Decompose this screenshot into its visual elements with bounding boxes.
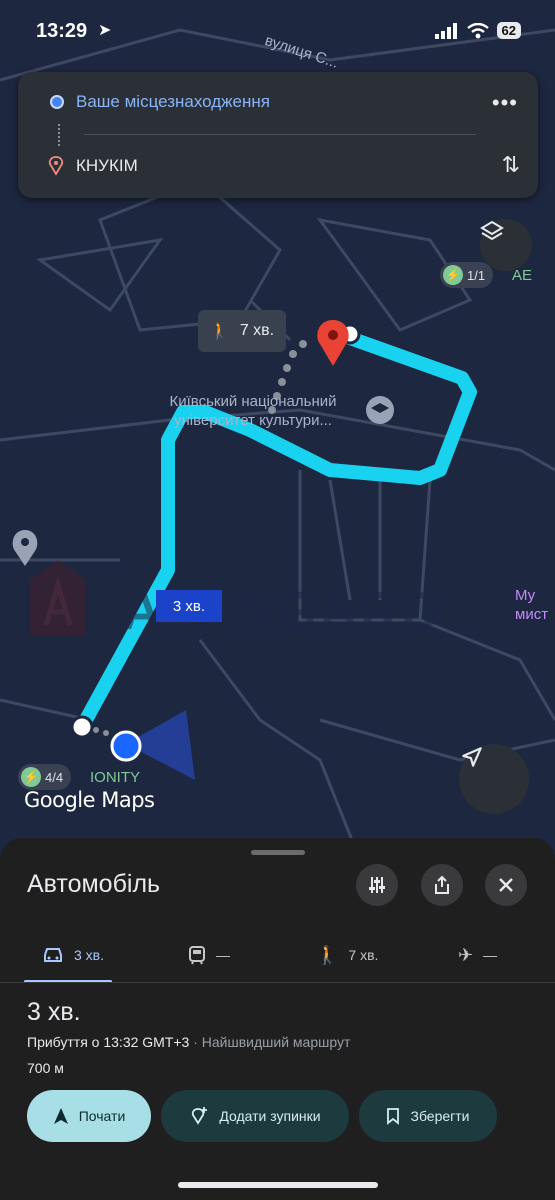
- origin-field[interactable]: Ваше місцезнаходження: [50, 92, 270, 112]
- more-options-icon[interactable]: •••: [492, 90, 518, 116]
- tab-walk-label: 7 хв.: [348, 947, 379, 963]
- university-label[interactable]: Київський національний університет культ…: [138, 392, 368, 430]
- walk-time: 7 хв.: [239, 322, 275, 339]
- watermark-shield-icon: [30, 560, 86, 635]
- arrival-info: Прибуття о 13:32 GMT+3 · Найшвидший марш…: [27, 1034, 350, 1050]
- navigate-arrow-icon: [53, 1108, 68, 1124]
- close-button[interactable]: [485, 864, 527, 906]
- route-divider: [84, 134, 476, 135]
- origin-label: Ваше місцезнаходження: [76, 92, 270, 111]
- tabs-divider: [0, 982, 555, 983]
- status-bar: 13:29 ➤ 62: [0, 0, 555, 60]
- walk-time-chip[interactable]: 🚶 7 хв.: [198, 310, 286, 352]
- car-icon: [44, 948, 62, 962]
- right-map-label[interactable]: Му мист: [515, 586, 555, 624]
- save-button[interactable]: Зберегти: [359, 1090, 497, 1142]
- tab-car-label: 3 хв.: [74, 947, 105, 963]
- tab-walk[interactable]: 🚶 7 хв.: [316, 930, 378, 980]
- travel-mode-tabs: 3 хв. — 🚶 7 хв. ✈ —: [0, 930, 555, 983]
- sliders-icon: [369, 877, 385, 893]
- battery-indicator: 62: [496, 22, 521, 39]
- walk-icon: 🚶: [209, 323, 230, 340]
- destination-label: КНУКІМ: [76, 156, 138, 175]
- charger-bottom-badge[interactable]: ⚡ 4/4: [18, 764, 72, 790]
- start-button-label: Почати: [78, 1108, 126, 1124]
- destination-pin-icon[interactable]: [317, 320, 349, 366]
- origin-dot-icon: [50, 95, 64, 109]
- add-stops-button[interactable]: Додати зупинки: [161, 1090, 349, 1142]
- add-stops-label: Додати зупинки: [219, 1108, 321, 1124]
- university-poi-icon[interactable]: [366, 396, 394, 424]
- close-icon: [499, 878, 513, 892]
- current-location-dot: [110, 730, 142, 762]
- charger-bottom-count: 4/4: [45, 769, 64, 785]
- transit-icon: [189, 946, 205, 965]
- route-duration: 3 хв.: [27, 998, 81, 1026]
- ionity-label[interactable]: IONITY: [90, 768, 140, 787]
- layers-button[interactable]: [480, 219, 532, 271]
- google-maps-logo: Google Maps: [24, 788, 155, 812]
- charging-bolt-icon: ⚡: [21, 767, 41, 787]
- arrival-time: Прибуття о 13:32 GMT+3: [27, 1034, 190, 1050]
- home-indicator: [178, 1182, 378, 1188]
- tab-transit[interactable]: —: [188, 930, 230, 980]
- destination-field[interactable]: КНУКІМ: [48, 156, 138, 176]
- charger-top-badge[interactable]: ⚡ 1/1: [440, 262, 494, 288]
- recenter-button[interactable]: [459, 744, 529, 814]
- route-start-marker: [70, 715, 94, 739]
- save-label: Зберегти: [410, 1108, 470, 1124]
- location-arrow-icon: ➤: [98, 22, 112, 39]
- status-time: 13:29: [36, 20, 88, 42]
- charger-top-count: 1/1: [467, 267, 486, 283]
- route-note: · Найшвидший маршрут: [193, 1034, 351, 1050]
- navigation-arrow-icon: [462, 747, 482, 767]
- drive-time-chip[interactable]: 3 хв.: [156, 590, 222, 622]
- tab-transit-label: —: [216, 947, 230, 963]
- layers-icon: [480, 220, 504, 241]
- plane-icon: ✈: [458, 944, 474, 965]
- directions-sheet: Автомобіль 3 хв. — 🚶 7 хв. ✈ — 3 хв. При…: [0, 838, 555, 1200]
- signal-icon: [434, 22, 457, 39]
- share-button[interactable]: [421, 864, 463, 906]
- walk-icon: 🚶: [316, 944, 339, 965]
- charging-bolt-icon: ⚡: [443, 265, 463, 285]
- tab-car[interactable]: 3 хв.: [42, 930, 104, 980]
- tab-flight[interactable]: ✈ —: [458, 930, 497, 980]
- tab-flight-label: —: [483, 947, 498, 963]
- share-icon: [435, 875, 449, 894]
- destination-pin-outline-icon: [48, 156, 64, 176]
- route-connector: [58, 124, 62, 146]
- route-card: Ваше місцезнаходження КНУКІМ ••• ⇅: [18, 72, 538, 198]
- swap-direction-icon[interactable]: ⇅: [502, 152, 520, 178]
- route-options-button[interactable]: [356, 864, 398, 906]
- start-button[interactable]: Почати: [27, 1090, 151, 1142]
- add-stop-icon: [192, 1107, 208, 1125]
- sheet-title: Автомобіль: [27, 870, 161, 898]
- bookmark-icon: [387, 1108, 400, 1125]
- wifi-icon: [466, 22, 489, 38]
- route-distance: 700 м: [27, 1060, 64, 1076]
- sheet-handle[interactable]: [251, 850, 305, 855]
